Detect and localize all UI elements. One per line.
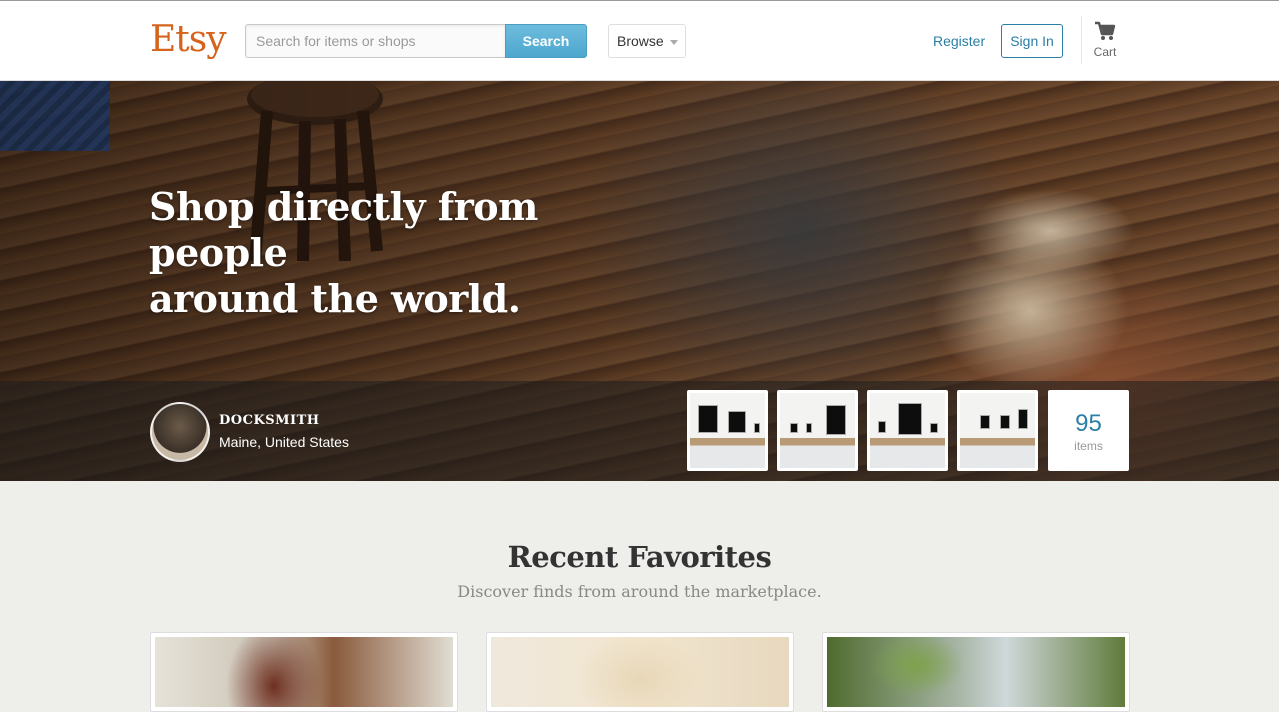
favorite-card-image (155, 637, 453, 707)
hero-title-line-1: Shop directly from people (149, 184, 538, 275)
shop-name[interactable]: DOCKSMITH (219, 413, 320, 428)
search-input[interactable] (245, 24, 505, 58)
hero-title: Shop directly from people around the wor… (149, 184, 669, 322)
etsy-logo[interactable]: Etsy (150, 19, 227, 60)
shop-location: Maine, United States (219, 434, 349, 450)
shop-avatar[interactable] (150, 402, 210, 462)
register-link[interactable]: Register (933, 33, 985, 49)
search-bar: Search (245, 24, 587, 58)
hero-title-line-2: around the world. (149, 276, 521, 321)
header-divider (1081, 16, 1082, 64)
items-count-number: 95 (1075, 410, 1102, 437)
shop-item-thumbnail[interactable] (957, 390, 1038, 471)
browse-label: Browse (617, 33, 664, 49)
shop-item-thumbnail[interactable] (777, 390, 858, 471)
favorite-card[interactable] (486, 632, 794, 712)
favorite-card[interactable] (150, 632, 458, 712)
chevron-down-icon (670, 40, 678, 45)
hero-banner: Shop directly from people around the wor… (0, 81, 1279, 481)
browse-dropdown[interactable]: Browse (608, 24, 686, 58)
favorite-card-image (827, 637, 1125, 707)
site-header: Etsy Search Browse Register Sign In Cart (0, 1, 1279, 81)
sign-in-button[interactable]: Sign In (1001, 24, 1063, 58)
favorite-card[interactable] (822, 632, 1130, 712)
recent-favorites-subtitle: Discover finds from around the marketpla… (457, 582, 822, 601)
recent-favorites-title: Recent Favorites (507, 540, 772, 574)
cart-icon (1095, 21, 1116, 40)
shop-item-thumbnail[interactable] (867, 390, 948, 471)
items-count-label: items (1074, 439, 1103, 453)
search-button[interactable]: Search (505, 24, 587, 58)
cart-button[interactable]: Cart (1088, 21, 1122, 65)
favorite-card-image (491, 637, 789, 707)
shop-item-thumbnail[interactable] (687, 390, 768, 471)
shop-items-count[interactable]: 95 items (1048, 390, 1129, 471)
cart-label: Cart (1093, 45, 1117, 59)
